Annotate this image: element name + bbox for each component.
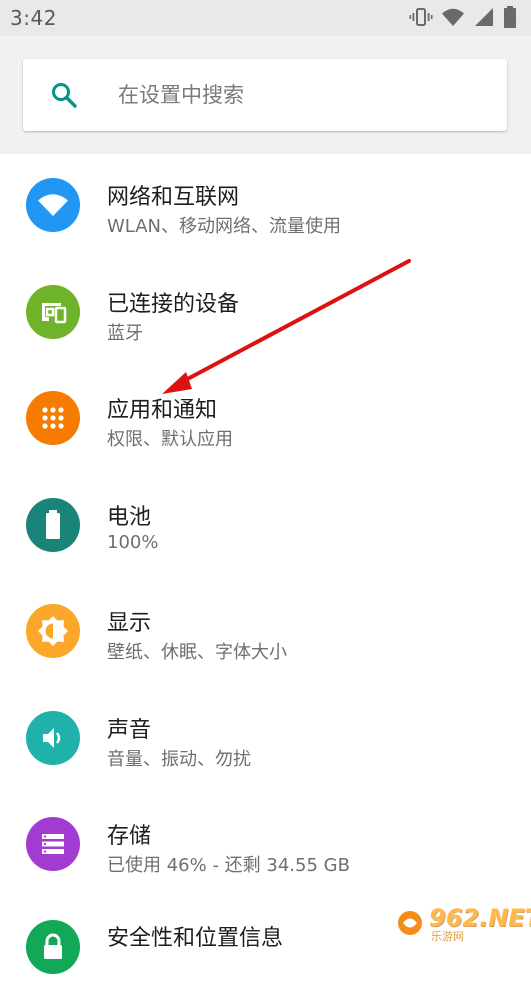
vibrate-icon [409,5,433,29]
settings-item-apps-notifications[interactable]: 应用和通知 权限、默认应用 [0,367,531,474]
status-time: 3:42 [10,6,57,30]
settings-item-sound[interactable]: 声音 音量、振动、勿扰 [0,687,531,794]
settings-item-battery[interactable]: 电池 100% [0,474,531,581]
settings-item-subtitle: WLAN、移动网络、流量使用 [107,212,341,238]
settings-item-storage[interactable]: 存储 已使用 46% - 还剩 34.55 GB [0,793,531,900]
settings-item-connected-devices[interactable]: 已连接的设备 蓝牙 [0,261,531,368]
settings-item-display[interactable]: 显示 壁纸、休眠、字体大小 [0,580,531,687]
wifi-icon [26,178,80,232]
settings-item-subtitle: 壁纸、休眠、字体大小 [107,638,287,664]
storage-icon [26,817,80,871]
settings-item-subtitle: 蓝牙 [107,319,143,345]
search-input[interactable]: 在设置中搜索 [118,79,244,109]
settings-item-subtitle: 权限、默认应用 [107,425,233,451]
settings-item-title: 声音 [107,712,151,744]
devices-icon [26,285,80,339]
settings-item-title: 显示 [107,605,151,637]
search-area: 在设置中搜索 [0,36,531,154]
settings-item-subtitle: 已使用 46% - 还剩 34.55 GB [107,851,350,877]
settings-item-title: 已连接的设备 [107,286,239,318]
settings-item-subtitle: 100% [107,532,158,553]
settings-item-title: 电池 [107,499,151,531]
status-icons [409,5,517,29]
settings-item-title: 应用和通知 [107,392,217,424]
settings-item-title: 存储 [107,818,151,850]
settings-item-title: 网络和互联网 [107,179,239,211]
apps-icon [26,391,80,445]
brightness-icon [26,604,80,658]
search-icon[interactable] [50,81,78,113]
watermark-logo-icon [393,906,427,940]
wifi-icon [441,5,465,29]
watermark-subtext: 乐游网 [431,928,464,944]
battery-icon [503,5,517,29]
volume-icon [26,711,80,765]
status-bar: 3:42 [0,0,531,36]
lock-icon [26,920,80,974]
watermark: 962.NET 乐游网 [393,906,525,940]
search-bar[interactable]: 在设置中搜索 [23,59,507,131]
settings-item-network[interactable]: 网络和互联网 WLAN、移动网络、流量使用 [0,154,531,261]
cellular-icon [473,6,495,28]
settings-item-subtitle: 音量、振动、勿扰 [107,745,251,771]
battery-icon [26,498,80,552]
settings-item-title: 安全性和位置信息 [107,920,283,952]
settings-list: 网络和互联网 WLAN、移动网络、流量使用 已连接的设备 蓝牙 应用和通知 权限… [0,154,531,1006]
